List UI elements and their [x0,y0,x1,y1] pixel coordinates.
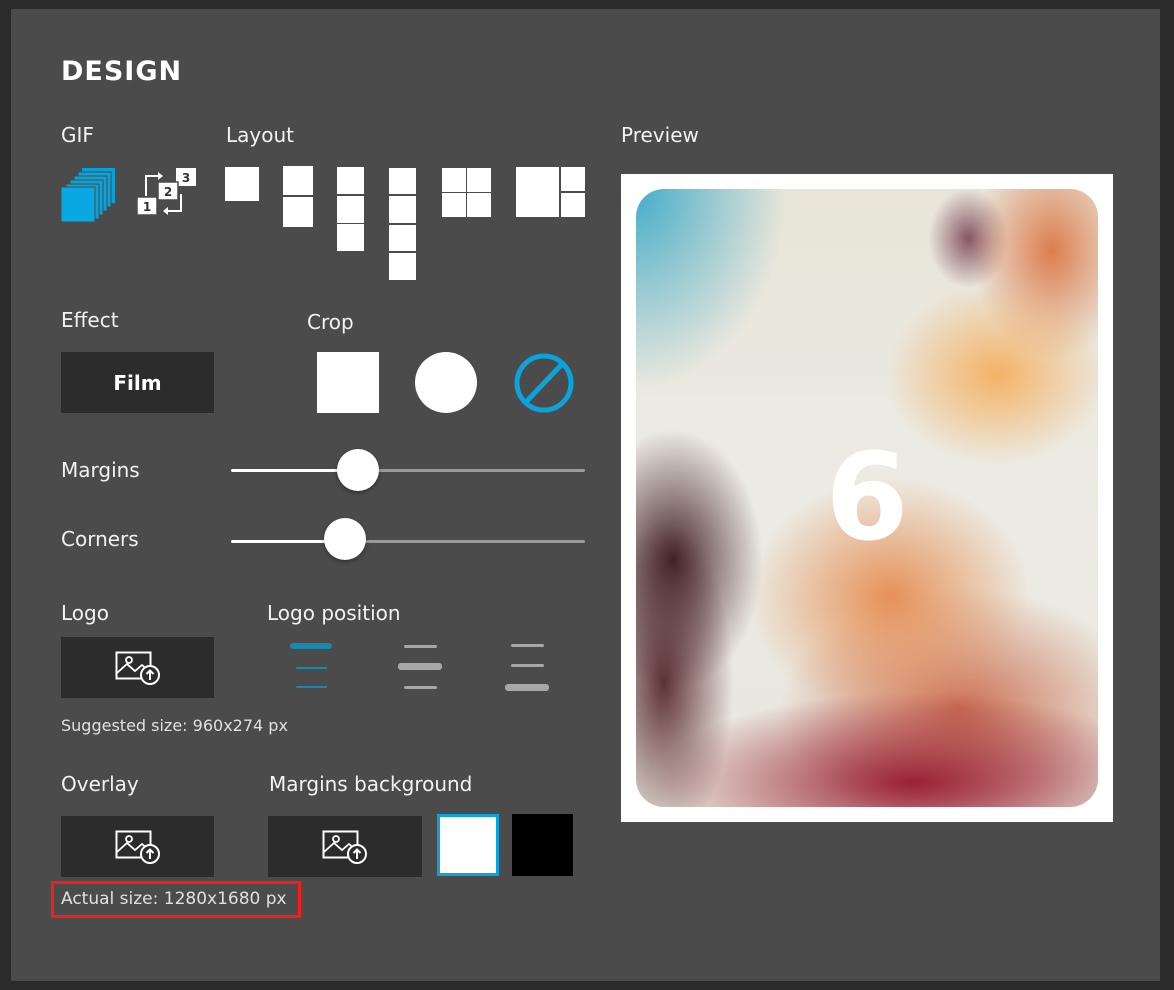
position-bar [511,664,544,667]
layout-label: Layout [226,123,294,147]
layout-tile [561,193,585,217]
layout-tile [467,168,491,192]
margins-background-swatch-black[interactable] [512,814,573,876]
margins-slider-thumb[interactable] [337,449,379,491]
logo-upload-button[interactable] [61,637,214,698]
crop-option-none[interactable] [512,350,576,414]
no-crop-icon [514,353,574,413]
preview-frame: 6 [621,174,1113,822]
logo-position-middle[interactable] [393,640,448,692]
image-upload-icon [115,651,160,685]
position-bar [505,684,549,691]
svg-text:3: 3 [182,171,190,185]
position-bar [296,667,327,669]
layout-tile [283,197,313,227]
overlay-upload-button[interactable] [61,816,214,877]
corners-label: Corners [61,527,139,551]
layout-option-large-small[interactable] [516,167,585,217]
stacked-frames-icon [60,168,115,223]
layout-tile [561,167,585,191]
layout-tile [337,196,364,223]
preview-label: Preview [621,123,699,147]
corners-slider-thumb[interactable] [324,518,366,560]
layout-tile [442,193,466,217]
layout-tile [389,168,416,194]
layout-tile [225,167,259,201]
sequence-loop-icon: 3 2 1 [136,168,196,216]
position-bar [296,686,327,688]
margins-label: Margins [61,458,140,482]
logo-position-label: Logo position [267,601,401,625]
gif-label: GIF [61,123,94,147]
logo-label: Logo [61,601,109,625]
layout-tile [283,166,313,195]
layout-tile [442,168,466,192]
layout-tile [337,224,364,251]
layout-tile [516,167,559,217]
position-bar [398,663,442,670]
effect-label: Effect [61,308,119,332]
margins-background-swatch-white[interactable] [437,814,499,876]
crop-label: Crop [307,310,354,334]
preview-image: 6 [636,189,1098,807]
image-upload-icon [115,830,160,864]
layout-tile [389,253,416,280]
margins-slider[interactable] [231,449,585,493]
gif-option-stack[interactable] [60,166,116,223]
layout-tile [337,167,364,194]
layout-tile [389,196,416,223]
svg-text:2: 2 [164,185,172,199]
layout-option-4[interactable] [389,168,416,280]
margins-background-upload-button[interactable] [268,816,422,877]
effect-value: Film [113,370,162,395]
layout-tile [389,225,416,251]
image-upload-icon [322,830,367,864]
layout-option-3[interactable] [337,167,364,251]
layout-option-1[interactable] [225,167,259,201]
layout-tile [467,193,491,217]
corners-slider[interactable] [231,518,585,562]
position-bar [290,643,332,649]
overlay-label: Overlay [61,772,139,796]
crop-option-square[interactable] [317,352,379,413]
gif-option-sequence[interactable]: 3 2 1 [136,166,196,218]
logo-position-top[interactable] [285,640,340,692]
page-title: DESIGN [61,56,183,87]
effect-select-button[interactable]: Film [61,352,214,413]
crop-option-circle[interactable] [415,352,477,413]
margins-background-label: Margins background [269,772,473,796]
corners-slider-track [344,540,585,543]
margins-slider-track [357,469,585,472]
layout-option-2[interactable] [283,166,313,227]
overlay-size-hint: Actual size: 1280x1680 px [61,889,287,909]
position-bar [404,645,437,648]
logo-size-hint: Suggested size: 960x274 px [61,716,288,735]
svg-text:1: 1 [143,200,151,214]
position-bar [511,644,544,647]
layout-option-grid[interactable] [442,168,491,217]
frame-counter: 6 [825,429,909,568]
position-bar [404,686,437,689]
logo-position-bottom[interactable] [500,640,555,692]
